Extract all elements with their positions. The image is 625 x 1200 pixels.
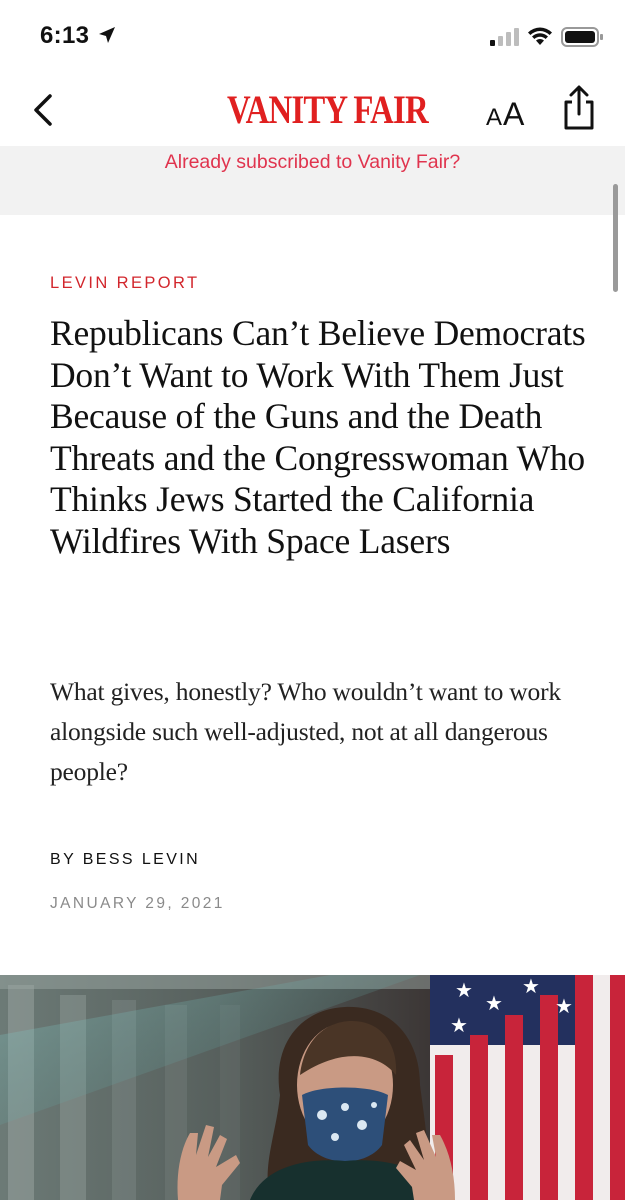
svg-text:★: ★ [485,991,503,1015]
status-time: 6:13 [40,22,90,49]
article-rubric[interactable]: LEVIN REPORT [50,274,200,293]
signal-icon [490,28,519,46]
battery-icon [561,27,603,47]
publish-date: JANUARY 29, 2021 [50,895,225,912]
article-dek: What gives, honestly? Who wouldn’t want … [50,677,561,786]
text-size-small-a: A [486,104,503,131]
svg-text:★: ★ [450,1013,468,1037]
author-link[interactable]: BESS LEVIN [83,851,200,868]
scrollbar-thumb[interactable] [613,184,618,292]
vanity-fair-logo[interactable]: VANITY FAIR [227,86,429,133]
chevron-left-icon [34,94,52,126]
nav-bar: VANITY FAIR A A [0,72,625,146]
status-bar: 6:13 [0,0,625,72]
location-arrow-icon [99,27,115,43]
share-icon[interactable] [560,84,598,132]
subscribe-banner: Already subscribed to Vanity Fair? [0,146,625,215]
byline: BY BESS LEVIN [50,851,200,869]
hero-photo: ★ ★ ★ ★ ★ [0,975,625,1200]
back-button[interactable] [28,90,58,130]
already-subscribed-link[interactable]: Already subscribed to Vanity Fair? [0,151,625,174]
hero-photo-illustration: ★ ★ ★ ★ ★ [0,975,625,1200]
article-headline: Republicans Can’t Believe Democrats Don’… [50,313,586,561]
byline-prefix: BY [50,851,76,868]
svg-text:★: ★ [522,975,540,998]
svg-text:★: ★ [455,978,473,1002]
text-size-button[interactable]: A A [486,90,524,130]
text-size-large-a: A [503,96,525,132]
svg-text:★: ★ [555,994,573,1018]
wifi-icon [528,27,552,45]
